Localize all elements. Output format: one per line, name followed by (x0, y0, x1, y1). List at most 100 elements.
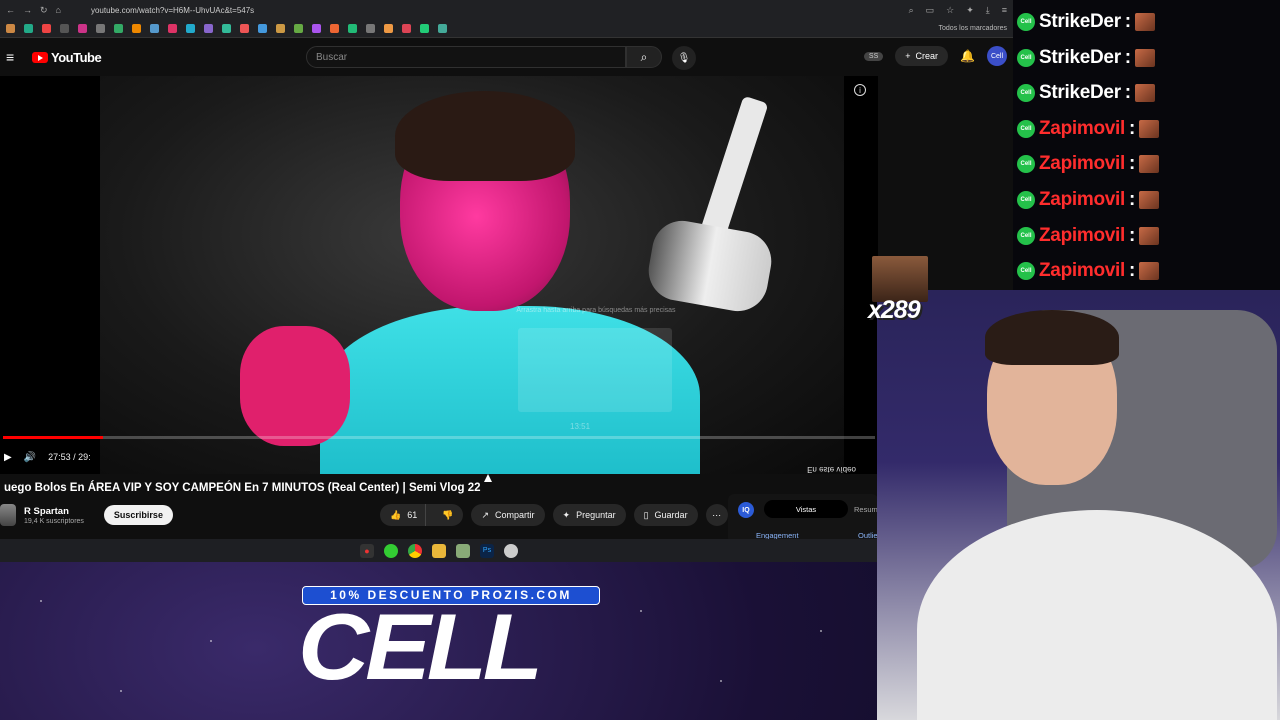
bookmark-icon[interactable] (78, 24, 87, 33)
save-button[interactable]: ▯ Guardar (633, 504, 698, 526)
bookmark-icon[interactable] (384, 24, 393, 33)
bookmark-icon[interactable] (402, 24, 411, 33)
recorder-icon[interactable]: ● (360, 543, 374, 558)
bookmark-icon[interactable] (348, 24, 357, 33)
voice-search-button[interactable]: 🎙 (672, 46, 696, 70)
bookmark-icon[interactable] (222, 24, 231, 33)
person-fist (240, 326, 350, 446)
create-button[interactable]: + Crear (895, 46, 949, 66)
iq-badge[interactable]: IQ (738, 502, 754, 518)
bookmark-icon[interactable] (240, 24, 249, 33)
account-avatar[interactable]: Cell (987, 46, 1007, 66)
search-input[interactable] (316, 51, 625, 63)
hamburger-menu-icon[interactable]: ≡ (6, 49, 26, 65)
bookmark-icon[interactable] (438, 24, 447, 33)
bookmark-icon[interactable] (420, 24, 429, 33)
bookmark-icon[interactable] (312, 24, 321, 33)
bookmark-icon[interactable] (258, 24, 267, 33)
chat-username[interactable]: Zapimovil (1039, 118, 1125, 140)
forward-icon[interactable]: → (23, 5, 32, 15)
zoom-icon[interactable]: ⌕ (909, 5, 914, 16)
chat-app-icon[interactable] (384, 543, 398, 558)
folder-icon[interactable] (432, 543, 446, 558)
chat-separator: : (1124, 46, 1131, 68)
bookmark-icon[interactable] (114, 24, 123, 33)
progress-fill (3, 436, 104, 439)
person-hair (395, 91, 575, 181)
chat-message: Cell Zapimovil: (1017, 111, 1160, 147)
chat-username[interactable]: StrikeDer (1039, 47, 1121, 69)
all-bookmarks-link[interactable]: Todos los marcadores (939, 25, 1007, 32)
youtube-logo[interactable]: YouTube (32, 50, 102, 65)
chat-username[interactable]: Zapimovil (1039, 225, 1125, 247)
extension-icon[interactable]: ✦ (966, 5, 974, 16)
bookmark-icon[interactable] (204, 24, 213, 33)
bookmark-icon[interactable] (42, 24, 51, 33)
microphone-icon: 🎙 (677, 52, 691, 64)
bookmark-icon[interactable] (186, 24, 195, 33)
star (210, 640, 212, 642)
info-icon[interactable]: i (854, 84, 866, 96)
chapter-label[interactable]: En este vídeo (807, 465, 856, 474)
back-icon[interactable]: ← (6, 5, 15, 15)
bookmark-icon[interactable] (366, 24, 375, 33)
chat-username[interactable]: Zapimovil (1039, 260, 1125, 282)
video-player[interactable]: Arrastra hasta arriba para búsquedas más… (0, 76, 878, 474)
more-options-button[interactable]: ⋯ (705, 504, 728, 526)
thumbs-down-icon: 👎 (442, 509, 454, 520)
plus-icon: + (905, 51, 911, 61)
chat-username[interactable]: StrikeDer (1039, 82, 1121, 104)
menu-icon[interactable]: ≡ (1002, 5, 1007, 16)
app-icon[interactable] (456, 543, 470, 558)
chat-badge-icon: Cell (1017, 119, 1035, 138)
bookmark-icon[interactable] (150, 24, 159, 33)
play-icon[interactable]: ▶ (4, 452, 12, 463)
download-icon[interactable]: ⤓ (986, 5, 990, 16)
photoshop-icon[interactable]: Ps (480, 543, 494, 558)
notifications-bell-icon[interactable]: 🔔 (960, 49, 975, 63)
chat-message: Cell Zapimovil: (1017, 218, 1160, 254)
chat-badge-icon: Cell (1017, 13, 1035, 31)
progress-bar[interactable] (3, 436, 875, 439)
bookmark-icon[interactable] (96, 24, 105, 33)
bookmark-icon[interactable] (276, 24, 285, 33)
chat-username[interactable]: Zapimovil (1039, 153, 1125, 175)
search-icon: ⌕ (640, 49, 648, 64)
star-icon[interactable]: ☆ (946, 5, 954, 16)
video-title: uego Bolos En ÁREA VIP Y SOY CAMPEÓN En … (4, 482, 481, 494)
chat-emote (1139, 119, 1160, 138)
bookmark-icon[interactable] (294, 24, 303, 33)
search-button[interactable]: ⌕ (626, 46, 662, 68)
like-button[interactable]: 👍 61 (380, 504, 427, 526)
app-icon[interactable] (504, 543, 518, 558)
mouse-cursor (484, 474, 492, 482)
home-icon[interactable]: ⌂ (56, 5, 61, 15)
chat-separator: : (1128, 117, 1136, 139)
bookmark-icon[interactable] (24, 24, 33, 33)
channel-avatar[interactable] (0, 504, 16, 526)
url-field[interactable]: youtube.com/watch?v=H6M--UhvUAc&t=547s (91, 6, 254, 15)
chrome-icon[interactable] (408, 543, 422, 558)
reload-icon[interactable]: ↻ (40, 5, 48, 16)
search-box (306, 46, 626, 68)
share-button[interactable]: ↗ Compartir (471, 504, 545, 526)
bookmark-icon[interactable] (330, 24, 339, 33)
tab-views[interactable]: Vistas (764, 500, 848, 518)
bookmark-icon[interactable] (132, 24, 141, 33)
create-label: Crear (915, 51, 939, 61)
channel-name[interactable]: R Spartan (24, 506, 84, 517)
cast-icon[interactable]: ▭ (926, 5, 935, 16)
dislike-button[interactable]: 👎 (432, 504, 463, 526)
bookmark-icon[interactable] (168, 24, 177, 33)
subscribe-button[interactable]: Suscribirse (103, 505, 173, 525)
ss-badge[interactable]: SS (863, 51, 884, 61)
volume-icon[interactable]: 🔊 (24, 452, 36, 463)
bookmark-icon[interactable] (60, 24, 69, 33)
chat-username[interactable]: StrikeDer (1039, 11, 1121, 33)
chat-username[interactable]: Zapimovil (1039, 189, 1125, 211)
chat-badge-icon: Cell (1017, 226, 1035, 245)
taskbar: ● Ps (0, 539, 878, 562)
ask-button[interactable]: ✦ Preguntar (552, 504, 626, 526)
bookmark-icon[interactable] (6, 24, 15, 33)
tab-summary[interactable]: Resum (854, 505, 878, 514)
